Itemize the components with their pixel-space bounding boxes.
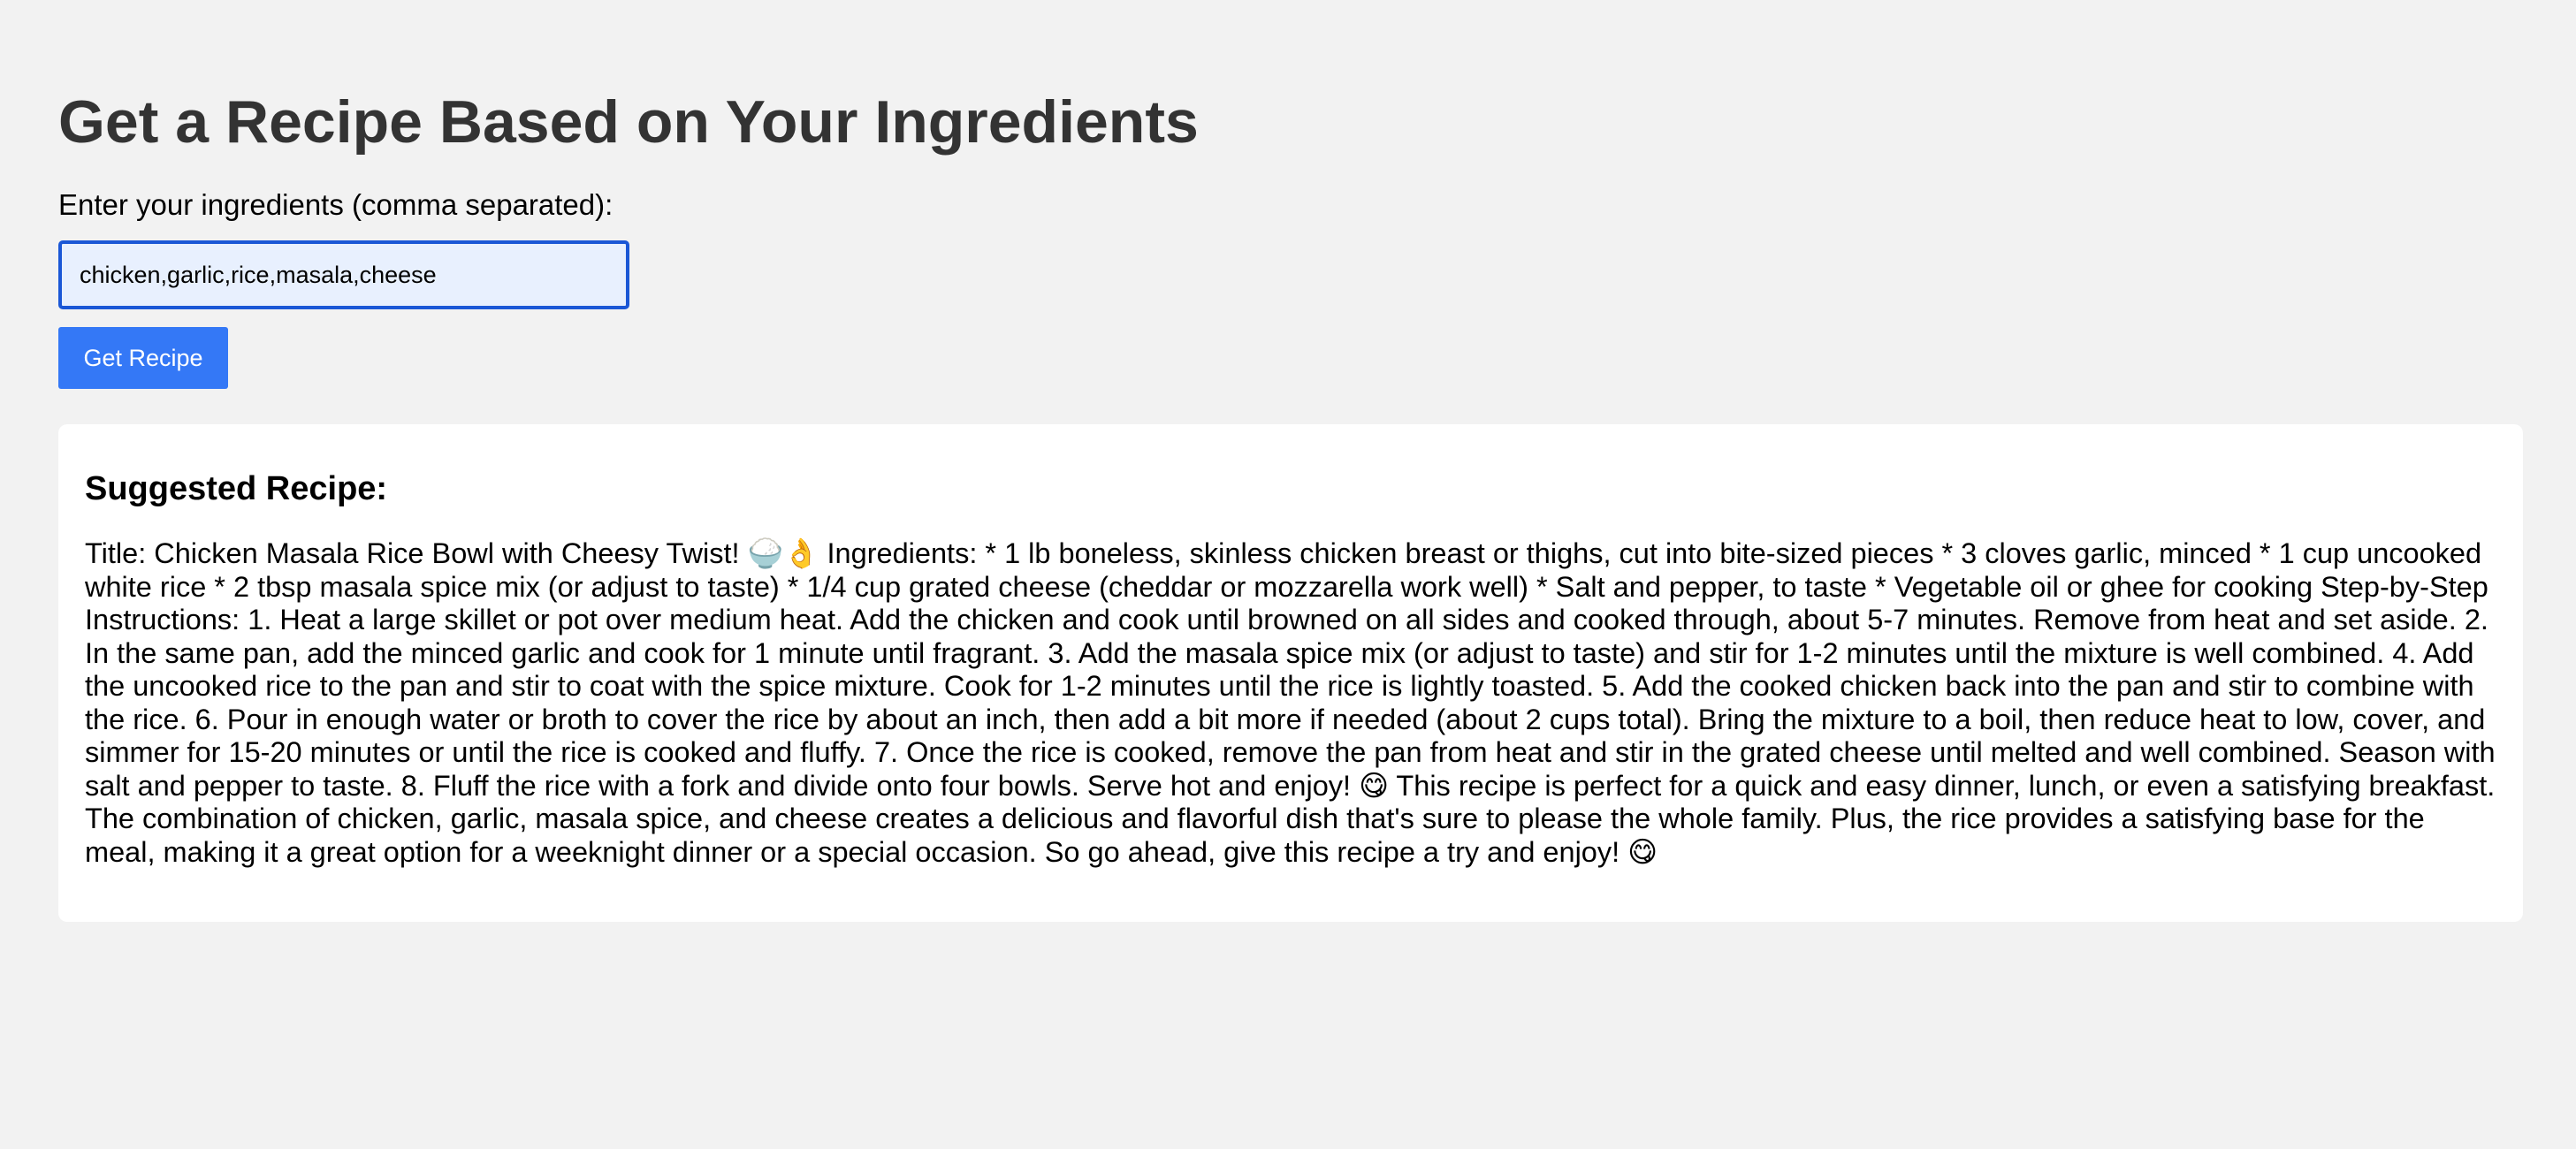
ingredients-label: Enter your ingredients (comma separated)… [58,188,614,221]
recipe-heading: Suggested Recipe: [85,470,388,507]
page-title: Get a Recipe Based on Your Ingredients [58,88,1199,156]
recipe-page: Get a Recipe Based on Your Ingredients E… [0,0,2576,1149]
recipe-result-card: Suggested Recipe: Title: Chicken Masala … [58,424,2523,922]
ingredients-input-wrapper [58,240,2518,309]
recipe-text: Title: Chicken Masala Rice Bowl with Che… [85,537,2496,868]
get-recipe-button[interactable]: Get Recipe [58,327,228,389]
ingredients-input[interactable] [58,240,629,309]
